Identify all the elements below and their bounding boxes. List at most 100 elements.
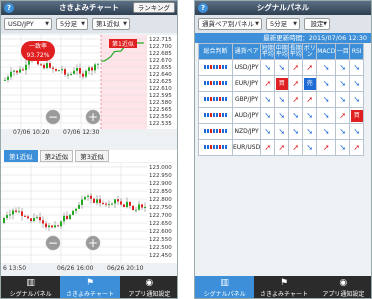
currency-pair[interactable]: NZD/JPY [231,123,262,140]
signal-cell[interactable]: ➘ [335,59,351,76]
signal-cell[interactable]: 買 [349,107,365,124]
signal-cell[interactable]: ➘ [274,107,290,124]
nav-notification-settings[interactable]: ◉ アプリ通知設定 [314,276,371,298]
signal-cell[interactable]: ➘ [316,123,337,140]
signal-cell[interactable]: ➘ [335,75,351,92]
signal-cell[interactable]: ➚ [316,139,337,156]
signal-cell[interactable]: ➘ [316,107,337,124]
signal-cell[interactable]: ➘ [349,91,365,108]
nav-sakiyomi-chart[interactable]: ⚑ さきよみチャート [60,276,120,298]
zoom-out-button-2[interactable]: − [45,235,61,251]
nav-sakiyomi-chart[interactable]: ⚑ さきよみチャート [254,276,313,298]
header-cell: ボリン [302,43,318,60]
strength-bars [204,145,227,149]
trend-down-right-icon: ➘ [353,79,361,88]
candle [144,206,146,208]
timeframe-select[interactable]: 5分足 [266,18,300,30]
signal-cell[interactable]: ➘ [288,107,304,124]
settings-button[interactable]: 設定 [304,18,330,30]
sell-badge: 売 [303,77,316,90]
nav-signal-panel[interactable]: ▥ シグナルパネル [1,276,60,298]
zoom-out-button[interactable]: − [45,109,61,125]
pair-select[interactable]: USD/JPY [4,18,52,30]
selector-row: 通貨ペア別パネル 5分足 設定 [195,15,371,33]
zoom-in-button-2[interactable]: + [85,235,101,251]
signal-cell[interactable]: ➘ [274,91,290,108]
signal-cell[interactable]: ➚ [274,139,290,156]
signal-cell[interactable]: ➘ [260,107,276,124]
signal-cell[interactable]: ➚ [260,139,276,156]
strength-bars [204,129,227,133]
nav-notification-settings[interactable]: ◉ アプリ通知設定 [120,276,177,298]
signal-cell[interactable]: ➘ [349,75,365,92]
trend-down-right-icon: ➘ [339,95,347,104]
timeframe-select[interactable]: 5分足 [56,18,88,30]
help-icon[interactable]: ? [4,3,14,13]
trend-down-right-icon: ➘ [264,127,272,136]
signal-cell[interactable]: ➚ [349,139,365,156]
strength-bar [204,113,206,117]
candle [16,70,18,73]
currency-pair[interactable]: EUR/JPY [231,75,262,92]
prediction-chart[interactable]: 122.715 122.700 122.685 122.670 122.655 122.6… [1,35,177,129]
candle [58,70,60,72]
signal-cell[interactable]: ➘ [349,123,365,140]
candle [55,68,57,71]
signal-cell[interactable]: ➚ [288,139,304,156]
trend-down-right-icon: ➘ [278,127,286,136]
ranking-button[interactable]: ランキング [132,2,175,13]
signal-cell[interactable]: ➘ [349,59,365,76]
y-tick-label: 122.950 [149,173,172,179]
signal-cell[interactable]: ➘ [316,75,337,92]
y-tick-label: 122.650 [149,221,172,227]
trend-down-right-icon: ➘ [264,95,272,104]
signal-cell[interactable]: ➘ [335,123,351,140]
tab-approx-1[interactable]: 第1近似 [4,150,38,162]
signal-cell[interactable]: ➘ [302,107,318,124]
signal-cell[interactable]: ➘ [302,123,318,140]
currency-pair[interactable]: GBP/JPY [231,91,262,108]
help-icon[interactable]: ? [198,3,208,13]
signal-cell[interactable]: ➘ [316,91,337,108]
page-title: シグナルパネル [256,3,310,12]
nav-label: シグナルパネル [203,291,246,298]
signal-cell[interactable]: ➘ [316,59,337,76]
signal-cell[interactable]: ➚ [288,91,304,108]
y-tick-label: 122.670 [149,58,172,64]
mode-select[interactable]: 通貨ペア別パネル [198,18,262,30]
signal-cell[interactable]: ➚ [335,107,351,124]
signal-cell[interactable]: ➘ [260,123,276,140]
signal-cell[interactable]: 売 [302,75,318,92]
trend-down-right-icon: ➘ [306,127,314,136]
candle [27,216,29,219]
zoom-in-button[interactable]: + [85,109,101,125]
signal-cell[interactable]: ➘ [274,59,290,76]
currency-pair[interactable]: EUR/USD [231,139,262,156]
signal-cell[interactable]: ➘ [302,139,318,156]
signal-cell[interactable]: ➘ [260,59,276,76]
currency-pair[interactable]: AUD/JPY [231,107,262,124]
signal-cell[interactable]: ➚ [260,75,276,92]
signal-cell[interactable]: ➘ [274,123,290,140]
page-title: さきよみチャート [59,3,119,12]
signal-cell[interactable]: ➚ [302,59,318,76]
trend-up-right-icon: ➚ [353,143,361,152]
signal-cell[interactable]: ➚ [288,59,304,76]
signal-cell[interactable]: ➚ [302,91,318,108]
y-tick-label: 122.800 [149,197,172,203]
signal-cell[interactable]: ➘ [335,139,351,156]
signal-cell[interactable]: ➘ [288,123,304,140]
signal-cell[interactable]: ➚ [288,75,304,92]
history-chart[interactable]: 123.000 122.950 122.900 122.850 122.800 122.7… [1,163,177,263]
trend-down-right-icon: ➘ [278,63,286,72]
last-updated: 最新更新時間：2015/07/06 12:30 [195,33,371,43]
tab-approx-3[interactable]: 第3近似 [75,150,109,162]
tab-approx-2[interactable]: 第2近似 [39,150,74,162]
signal-cell[interactable]: ➘ [260,91,276,108]
currency-pair[interactable]: USD/JPY [231,59,262,76]
nav-signal-panel[interactable]: ▥ シグナルパネル [195,276,255,298]
approx-select[interactable]: 第1近似 [92,18,130,30]
signal-cell[interactable]: ➘ [335,91,351,108]
buy-badge: 買 [275,77,288,90]
signal-cell[interactable]: 買 [274,75,290,92]
